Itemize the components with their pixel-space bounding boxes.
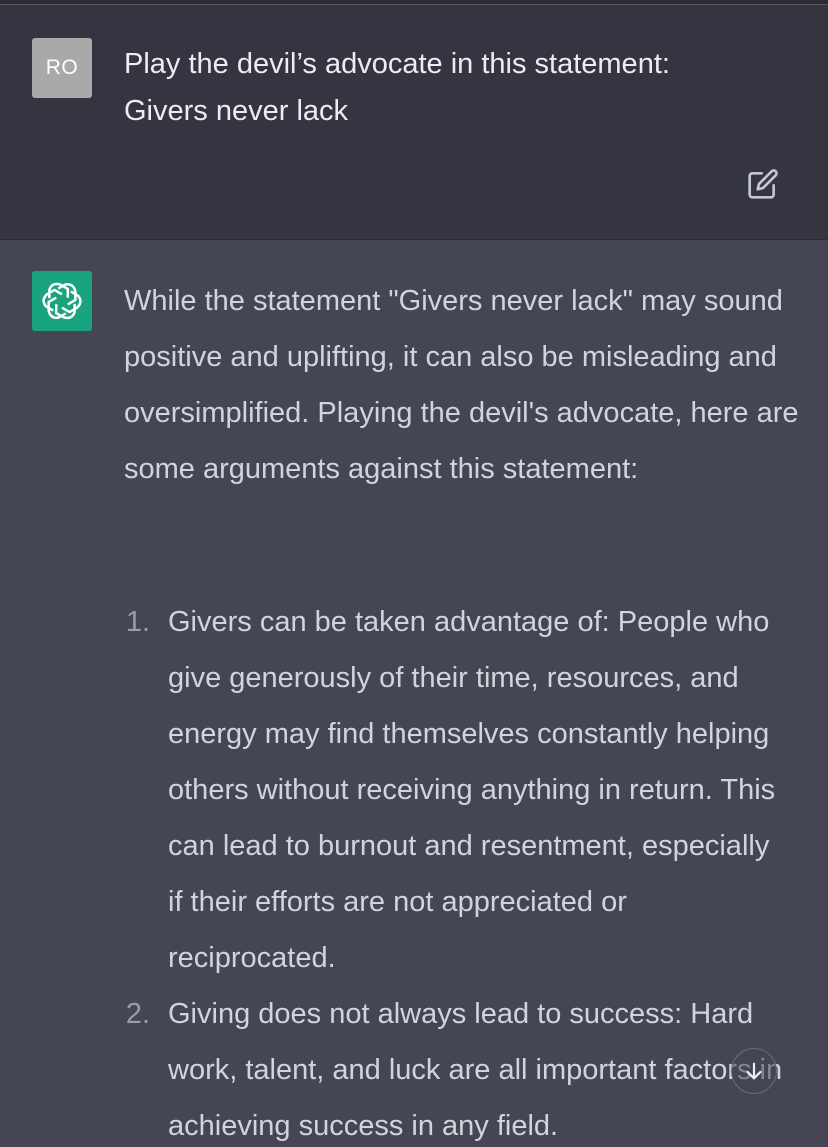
list-item-number: 1. (125, 606, 150, 638)
scroll-to-bottom-button[interactable] (731, 1048, 777, 1094)
list-item-text: Giving does not always lead to success: … (168, 998, 783, 1142)
list-item-number: 2. (125, 998, 150, 1030)
openai-logo-icon (41, 280, 83, 322)
user-message: RO Play the devil’s advocate in this sta… (0, 5, 828, 240)
user-message-text: Play the devil’s advocate in this statem… (124, 41, 784, 135)
arguments-list: 1. Givers can be taken advantage of: Peo… (110, 594, 828, 1147)
assistant-message: While the statement "Givers never lack" … (0, 240, 828, 1147)
arrow-down-icon (746, 1062, 762, 1080)
list-item: 2. Giving does not always lead to succes… (110, 986, 788, 1147)
assistant-intro-text: While the statement "Givers never lack" … (124, 285, 799, 485)
user-message-line: Play the devil’s advocate in this statem… (124, 48, 670, 80)
user-message-line: Givers never lack (124, 95, 349, 127)
list-item: 1. Givers can be taken advantage of: Peo… (110, 594, 788, 986)
edit-icon (748, 169, 778, 199)
user-avatar: RO (32, 38, 92, 98)
list-item-text: Givers can be taken advantage of: People… (168, 606, 776, 974)
edit-message-button[interactable] (744, 165, 782, 203)
assistant-avatar (32, 271, 92, 331)
